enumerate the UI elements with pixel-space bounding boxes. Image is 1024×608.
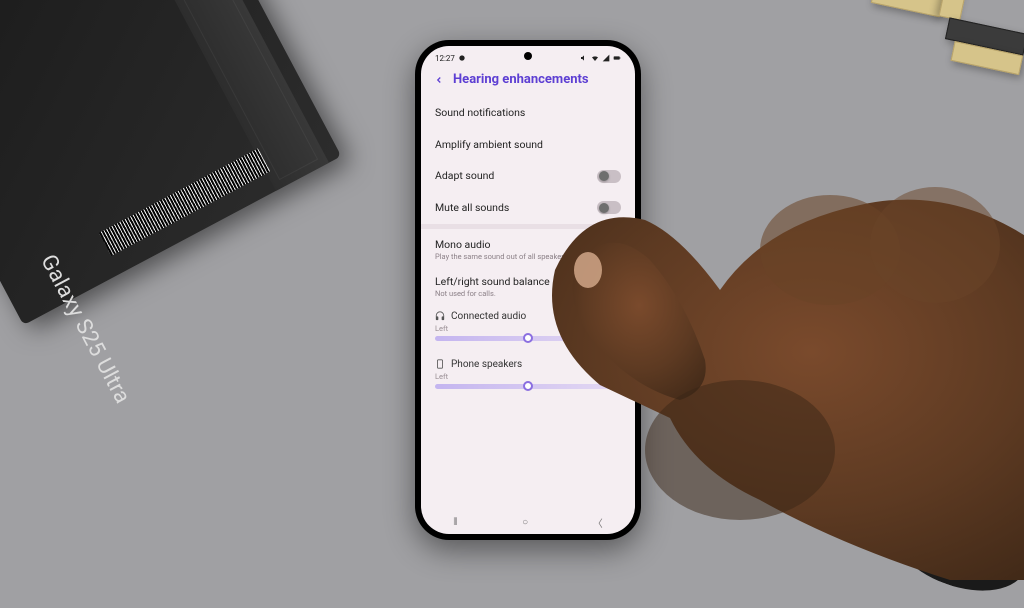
slider-right-label: Right [604,372,621,381]
notification-icon [458,54,466,62]
item-label: Left/right sound balance [435,275,621,289]
item-label: Amplify ambient sound [435,138,621,152]
item-mute-all-sounds[interactable]: Mute all sounds [421,192,635,224]
phone-frame: 12:27 Hearing enhancements Sound notific… [415,40,641,540]
phone-speakers-slider[interactable] [435,384,621,389]
settings-list: Sound notifications Amplify ambient soun… [421,97,635,510]
barcode-icon [99,148,270,255]
mute-all-toggle[interactable] [597,201,621,214]
item-amplify-ambient[interactable]: Amplify ambient sound [421,129,635,161]
wifi-icon [591,54,599,62]
mono-audio-toggle[interactable] [597,243,621,256]
recents-button[interactable]: ⦀ [453,517,457,528]
back-button[interactable] [433,74,445,86]
box-product-name: Galaxy S25 Ultra [35,251,134,408]
volume-icon [580,54,588,62]
cable-prop [880,484,1024,607]
item-label: Sound notifications [435,106,621,120]
signal-icon [602,54,610,62]
box-side-panel [121,0,329,191]
adapt-sound-toggle[interactable] [597,170,621,183]
item-label: Mute all sounds [435,201,589,215]
camera-hole-icon [524,52,532,60]
item-sublabel: Play the same sound out of all speakers. [435,252,589,261]
item-label: Adapt sound [435,169,589,183]
item-adapt-sound[interactable]: Adapt sound [421,160,635,192]
slider-left-label: Left [435,372,448,381]
item-mono-audio[interactable]: Mono audio Play the same sound out of al… [421,229,635,271]
page-header: Hearing enhancements [421,66,635,97]
phone-screen: 12:27 Hearing enhancements Sound notific… [421,46,635,534]
connected-audio-slider[interactable] [435,336,621,341]
page-title: Hearing enhancements [453,72,589,87]
android-navbar: ⦀ ○ 〈 [421,510,635,534]
headphones-icon [435,311,445,321]
section-phone-speakers: Phone speakers [421,351,635,372]
home-button[interactable]: ○ [522,517,528,528]
item-label: Mono audio [435,238,589,252]
slider-left-label: Left [435,324,448,333]
section-title: Connected audio [451,311,526,322]
wooden-block-prop [841,0,1024,140]
product-box: Galaxy S25 Ultra [0,0,341,325]
cable-plug [933,483,958,504]
item-sublabel: Not used for calls. [435,289,621,298]
slider-thumb[interactable] [523,333,533,343]
back-nav-button[interactable]: 〈 [593,515,603,530]
section-connected-audio: Connected audio [421,303,635,324]
chevron-left-icon [434,75,444,85]
battery-icon [613,54,621,62]
phone-icon [435,359,445,369]
slider-thumb[interactable] [523,381,533,391]
section-title: Phone speakers [451,359,522,370]
status-time: 12:27 [435,54,455,63]
item-sound-balance[interactable]: Left/right sound balance Not used for ca… [421,271,635,303]
item-sound-notifications[interactable]: Sound notifications [421,97,635,129]
